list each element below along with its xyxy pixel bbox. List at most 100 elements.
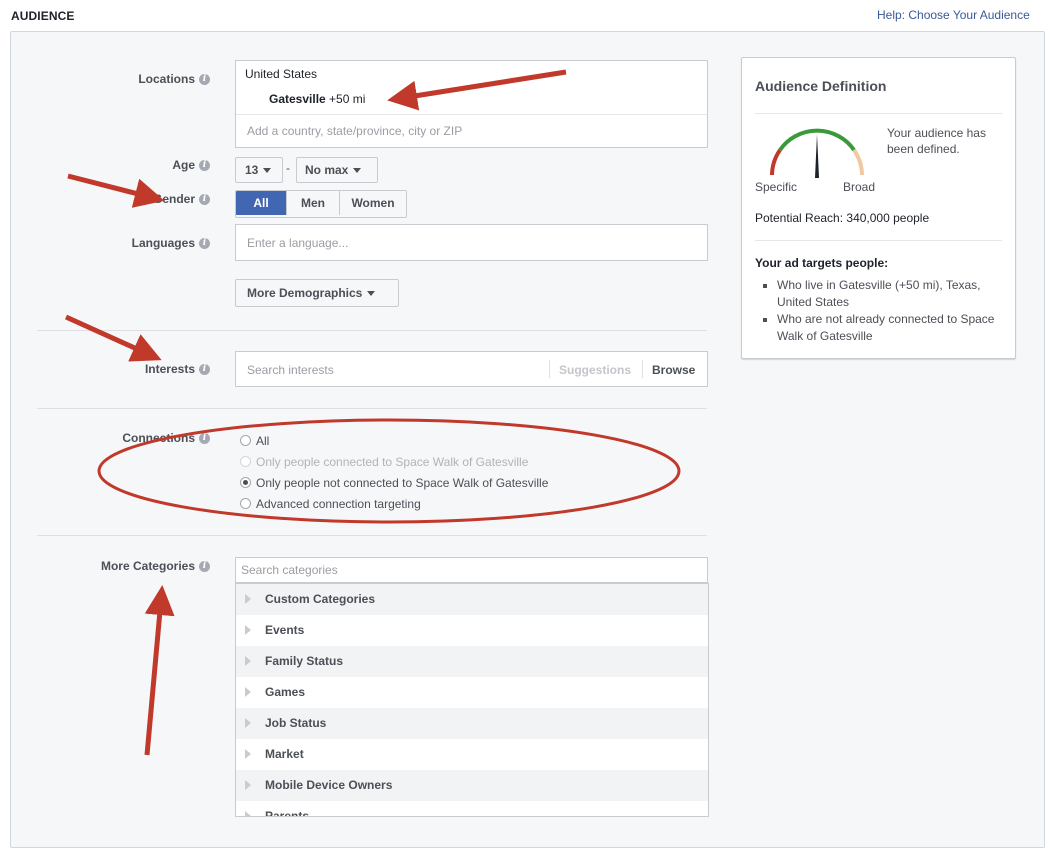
gauge-tan-segment xyxy=(852,148,864,176)
connections-label-text: Connections xyxy=(122,431,195,445)
languages-placeholder: Enter a language... xyxy=(247,236,349,250)
browse-button[interactable]: Browse xyxy=(642,360,695,378)
suggestions-button[interactable]: Suggestions xyxy=(549,360,631,378)
locations-field[interactable]: United States Gatesville +50 mi Add a co… xyxy=(235,60,708,148)
audience-gauge xyxy=(770,128,864,178)
triangle-right-icon xyxy=(245,810,251,816)
category-item[interactable]: Job Status xyxy=(236,708,708,739)
divider xyxy=(755,113,1002,114)
gauge-red-segment xyxy=(770,148,782,176)
gender-toggle: All Men Women xyxy=(235,190,407,218)
more-demographics-button[interactable]: More Demographics xyxy=(235,279,399,307)
connection-option-advanced[interactable]: Advanced connection targeting xyxy=(240,497,421,513)
audience-status: Your audience has been defined. xyxy=(887,126,986,156)
category-label: Events xyxy=(265,623,305,637)
age-min-value: 13 xyxy=(245,163,259,177)
info-icon[interactable]: i xyxy=(199,74,210,86)
age-separator: - xyxy=(286,161,290,175)
interests-label: Interests i xyxy=(10,362,210,376)
category-item[interactable]: Events xyxy=(236,615,708,646)
connection-option-not-connected[interactable]: Only people not connected to Space Walk … xyxy=(240,476,548,492)
location-input-placeholder[interactable]: Add a country, state/province, city or Z… xyxy=(247,124,462,138)
target-item: Who live in Gatesville (+50 mi), Texas, … xyxy=(777,277,1005,311)
radio-button[interactable] xyxy=(240,498,251,510)
locations-label-text: Locations xyxy=(138,72,195,86)
targets-list: Who live in Gatesville (+50 mi), Texas, … xyxy=(755,277,1005,345)
radio-button xyxy=(240,456,251,468)
gauge-specific-label: Specific xyxy=(755,180,798,194)
interests-placeholder: Search interests xyxy=(247,363,334,377)
interests-input[interactable]: Search interests Suggestions Browse xyxy=(235,351,708,387)
info-icon[interactable]: i xyxy=(199,194,210,206)
categories-search-input[interactable]: Search categories xyxy=(235,557,708,583)
radio-button[interactable] xyxy=(240,435,251,447)
age-min-select[interactable]: 13 xyxy=(235,157,283,183)
location-radius[interactable]: +50 mi xyxy=(329,92,365,106)
locations-label: Locations i xyxy=(10,72,210,86)
age-label: Age i xyxy=(10,158,210,172)
gender-label: Gender i xyxy=(10,192,210,206)
radio-button[interactable] xyxy=(240,477,251,489)
category-label: Custom Categories xyxy=(265,592,376,606)
category-label: Job Status xyxy=(265,716,327,730)
divider xyxy=(37,330,707,331)
card-title: Audience Definition xyxy=(755,78,887,94)
category-label: Mobile Device Owners xyxy=(265,778,393,792)
divider xyxy=(37,535,707,536)
category-item[interactable]: Market xyxy=(236,739,708,770)
triangle-right-icon xyxy=(245,624,251,635)
triangle-right-icon xyxy=(245,593,251,604)
divider xyxy=(37,408,707,409)
category-item[interactable]: Custom Categories xyxy=(236,584,708,615)
info-icon[interactable]: i xyxy=(199,561,210,573)
category-label: Games xyxy=(265,685,306,699)
audience-definition-card: Audience Definition Your audience has be… xyxy=(741,57,1016,359)
triangle-right-icon xyxy=(245,686,251,697)
age-max-select[interactable]: No max xyxy=(296,157,378,183)
interests-label-text: Interests xyxy=(144,362,195,376)
triangle-right-icon xyxy=(245,717,251,728)
info-icon[interactable]: i xyxy=(199,364,210,376)
location-city[interactable]: Gatesville +50 mi xyxy=(269,92,365,106)
info-icon[interactable]: i xyxy=(199,433,210,445)
category-label: Family Status xyxy=(265,654,344,668)
triangle-right-icon xyxy=(245,779,251,790)
divider xyxy=(755,240,1002,241)
location-city-name: Gatesville xyxy=(269,92,326,106)
more-demographics-label: More Demographics xyxy=(247,286,363,300)
age-label-text: Age xyxy=(172,158,195,172)
connection-option-all[interactable]: All xyxy=(240,434,269,450)
category-label: Parents xyxy=(265,809,310,817)
gender-women-button[interactable]: Women xyxy=(339,191,406,215)
gender-men-button[interactable]: Men xyxy=(286,191,339,215)
gauge-needle-icon xyxy=(815,134,819,178)
categories-list[interactable]: Custom Categories Events Family Status G… xyxy=(235,583,709,817)
category-item[interactable]: Games xyxy=(236,677,708,708)
connection-option-label: All xyxy=(256,434,270,448)
info-icon[interactable]: i xyxy=(199,160,210,172)
categories-placeholder: Search categories xyxy=(241,563,338,577)
target-item: Who are not already connected to Space W… xyxy=(777,311,1005,345)
connection-option-label: Advanced connection targeting xyxy=(256,497,421,511)
connections-label: Connections i xyxy=(10,431,210,445)
more-categories-label: More Categories i xyxy=(10,559,210,573)
more-categories-label-text: More Categories xyxy=(100,559,195,573)
connection-option-connected: Only people connected to Space Walk of G… xyxy=(240,455,528,471)
languages-label: Languages i xyxy=(10,236,210,250)
help-link[interactable]: Help: Choose Your Audience xyxy=(877,8,1030,22)
triangle-right-icon xyxy=(245,655,251,666)
category-item[interactable]: Mobile Device Owners xyxy=(236,770,708,801)
category-item[interactable]: Family Status xyxy=(236,646,708,677)
caret-down-icon xyxy=(353,168,362,174)
info-icon[interactable]: i xyxy=(199,238,210,250)
languages-input[interactable]: Enter a language... xyxy=(235,224,708,261)
connection-option-label: Only people connected to Space Walk of G… xyxy=(256,455,529,469)
gender-label-text: Gender xyxy=(152,192,195,206)
section-title: AUDIENCE xyxy=(11,9,75,23)
category-item[interactable]: Parents xyxy=(236,801,708,817)
caret-down-icon xyxy=(367,291,376,297)
gender-all-button[interactable]: All xyxy=(236,191,286,215)
targets-title: Your ad targets people: xyxy=(755,256,889,270)
category-label: Market xyxy=(265,747,304,761)
location-country: United States xyxy=(245,67,318,81)
